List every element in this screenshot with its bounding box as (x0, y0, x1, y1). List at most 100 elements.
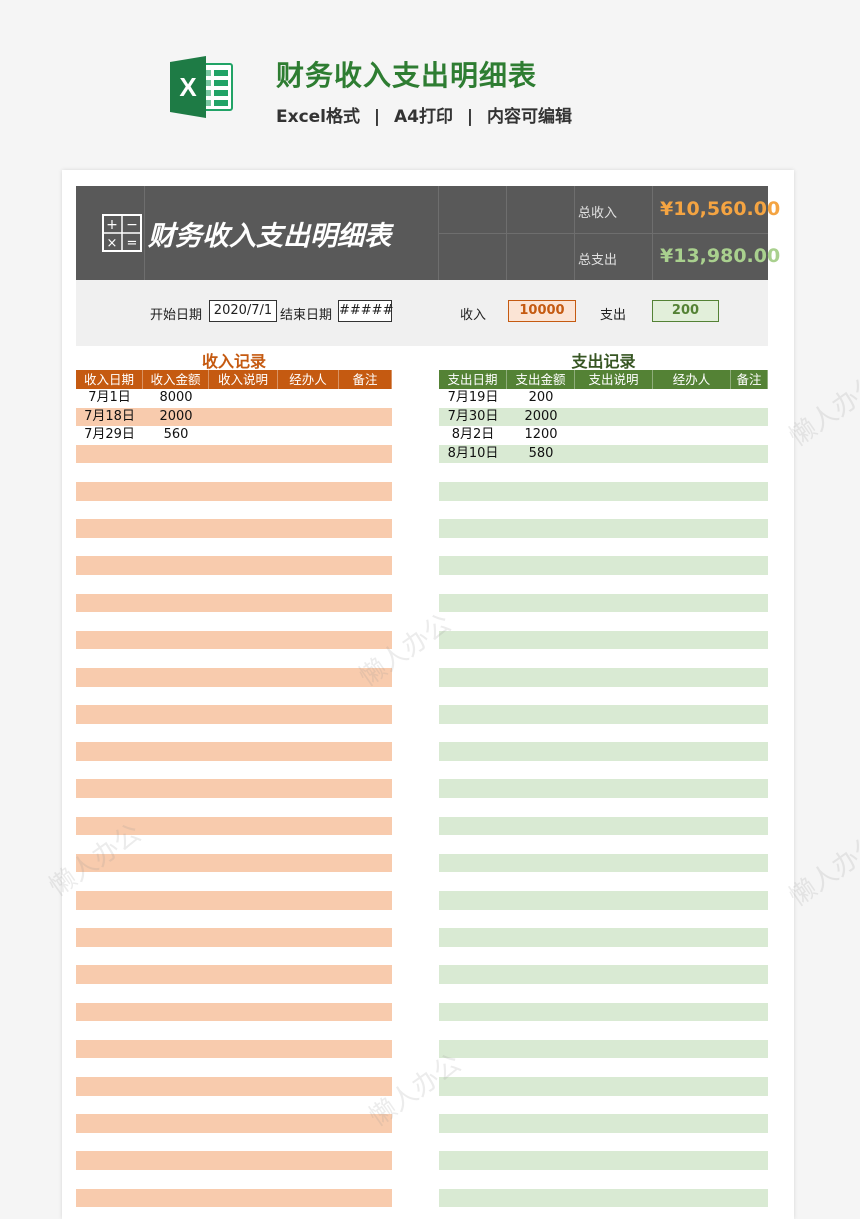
table-cell[interactable] (439, 947, 507, 966)
table-cell[interactable] (76, 1003, 143, 1022)
table-cell[interactable] (143, 649, 209, 668)
table-cell[interactable] (439, 1003, 507, 1022)
table-cell[interactable] (439, 575, 507, 594)
table-cell[interactable] (339, 724, 392, 743)
table-cell[interactable] (653, 910, 731, 929)
income-column-header[interactable]: 备注 (339, 370, 392, 389)
table-cell[interactable] (731, 724, 768, 743)
table-cell[interactable] (339, 408, 392, 427)
table-cell[interactable] (76, 1040, 143, 1059)
table-cell[interactable] (209, 1058, 278, 1077)
table-cell[interactable] (507, 817, 575, 836)
table-cell[interactable] (143, 835, 209, 854)
table-cell[interactable]: 8月2日 (439, 426, 507, 445)
table-cell[interactable] (439, 910, 507, 929)
table-cell[interactable] (507, 556, 575, 575)
table-cell[interactable] (339, 1058, 392, 1077)
expense-filter-value[interactable]: 200 (652, 300, 719, 322)
table-cell[interactable] (143, 1021, 209, 1040)
table-cell[interactable] (439, 1151, 507, 1170)
table-cell[interactable] (278, 779, 339, 798)
table-cell[interactable] (731, 408, 768, 427)
table-cell[interactable] (507, 1003, 575, 1022)
table-cell[interactable] (507, 538, 575, 557)
table-cell[interactable] (278, 612, 339, 631)
table-cell[interactable] (209, 705, 278, 724)
table-cell[interactable] (731, 1003, 768, 1022)
table-cell[interactable] (339, 891, 392, 910)
table-cell[interactable] (143, 1077, 209, 1096)
table-cell[interactable] (575, 984, 653, 1003)
table-cell[interactable] (76, 1077, 143, 1096)
table-cell[interactable] (507, 668, 575, 687)
table-cell[interactable] (209, 1040, 278, 1059)
table-cell[interactable] (731, 817, 768, 836)
table-cell[interactable] (143, 631, 209, 650)
table-cell[interactable] (439, 482, 507, 501)
table-cell[interactable] (76, 538, 143, 557)
table-cell[interactable] (76, 687, 143, 706)
table-cell[interactable] (653, 1151, 731, 1170)
income-column-header[interactable]: 经办人 (278, 370, 339, 389)
table-cell[interactable] (731, 1021, 768, 1040)
table-cell[interactable] (278, 649, 339, 668)
table-cell[interactable] (339, 389, 392, 408)
table-cell[interactable] (731, 575, 768, 594)
table-cell[interactable] (653, 501, 731, 520)
table-cell[interactable] (278, 594, 339, 613)
table-cell[interactable] (339, 854, 392, 873)
table-cell[interactable] (278, 1096, 339, 1115)
table-cell[interactable] (339, 742, 392, 761)
table-cell[interactable] (507, 1114, 575, 1133)
table-cell[interactable] (731, 798, 768, 817)
table-cell[interactable]: 7月29日 (76, 426, 143, 445)
table-cell[interactable] (575, 910, 653, 929)
table-cell[interactable] (731, 426, 768, 445)
table-cell[interactable] (575, 408, 653, 427)
table-cell[interactable] (339, 910, 392, 929)
table-cell[interactable] (575, 445, 653, 464)
table-cell[interactable] (143, 817, 209, 836)
table-cell[interactable] (76, 742, 143, 761)
table-cell[interactable] (76, 556, 143, 575)
table-cell[interactable] (76, 891, 143, 910)
table-cell[interactable] (731, 1151, 768, 1170)
table-cell[interactable] (731, 1058, 768, 1077)
table-cell[interactable] (143, 705, 209, 724)
table-cell[interactable] (507, 1151, 575, 1170)
table-cell[interactable] (209, 612, 278, 631)
table-cell[interactable] (653, 445, 731, 464)
table-cell[interactable] (653, 389, 731, 408)
end-date-field[interactable]: ##### (338, 300, 393, 322)
table-cell[interactable]: 2000 (507, 408, 575, 427)
table-cell[interactable] (507, 1077, 575, 1096)
table-cell[interactable] (143, 928, 209, 947)
table-cell[interactable] (507, 463, 575, 482)
table-cell[interactable] (339, 835, 392, 854)
table-cell[interactable]: 2000 (143, 408, 209, 427)
table-cell[interactable] (653, 612, 731, 631)
table-cell[interactable] (439, 891, 507, 910)
table-cell[interactable] (339, 817, 392, 836)
table-cell[interactable] (507, 910, 575, 929)
table-cell[interactable]: 8月10日 (439, 445, 507, 464)
table-cell[interactable] (653, 575, 731, 594)
table-cell[interactable] (209, 798, 278, 817)
table-cell[interactable] (507, 1133, 575, 1152)
table-cell[interactable] (209, 1151, 278, 1170)
table-cell[interactable] (575, 724, 653, 743)
table-cell[interactable] (731, 761, 768, 780)
table-cell[interactable] (339, 798, 392, 817)
table-cell[interactable] (653, 408, 731, 427)
table-cell[interactable] (575, 891, 653, 910)
table-cell[interactable] (76, 1133, 143, 1152)
table-cell[interactable] (731, 519, 768, 538)
table-cell[interactable] (339, 1003, 392, 1022)
table-cell[interactable] (439, 854, 507, 873)
table-cell[interactable] (278, 1114, 339, 1133)
table-cell[interactable] (653, 779, 731, 798)
table-cell[interactable] (339, 1151, 392, 1170)
table-cell[interactable] (339, 872, 392, 891)
table-cell[interactable] (731, 910, 768, 929)
table-cell[interactable] (209, 594, 278, 613)
